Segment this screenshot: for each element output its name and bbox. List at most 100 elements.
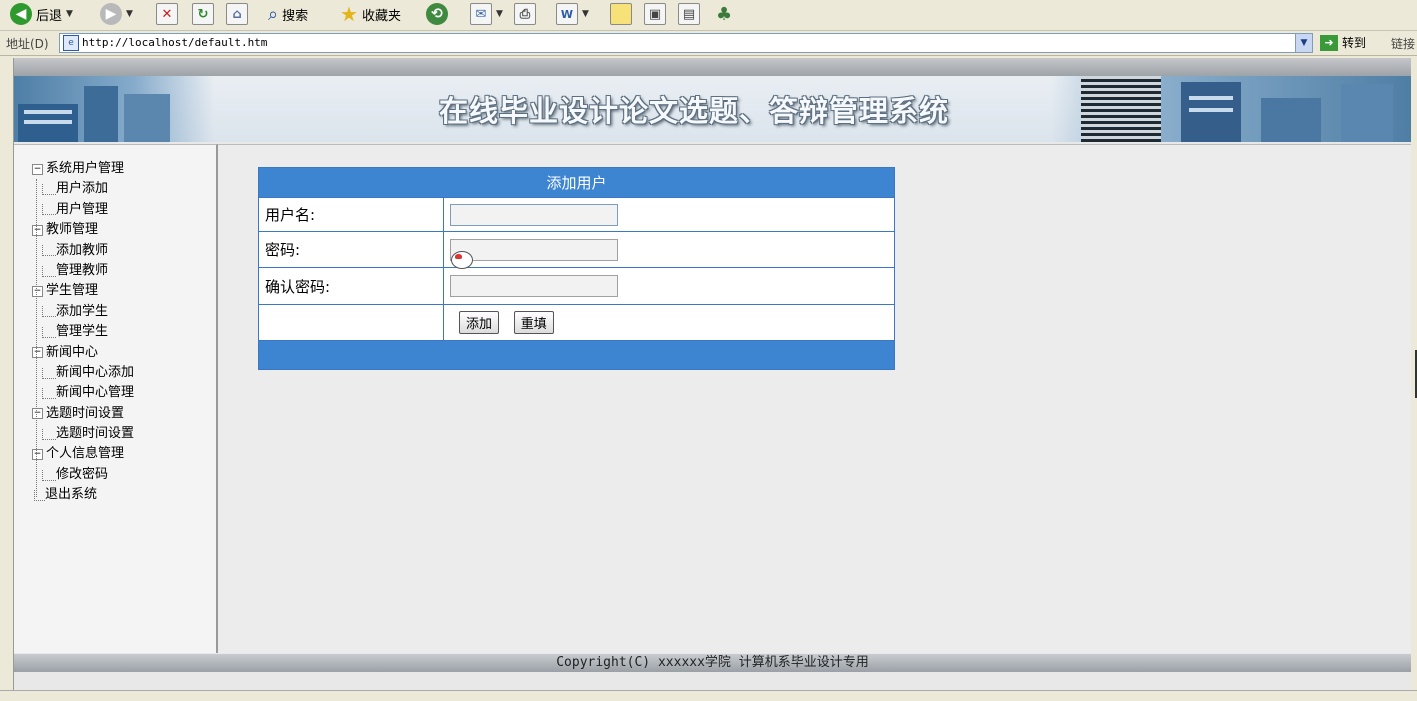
group-label: 选题时间设置	[46, 405, 125, 421]
confirm-password-label: 确认密码:	[258, 267, 444, 305]
tree-group-teachers[interactable]: − 教师管理	[32, 220, 134, 240]
item-label: 新闻中心添加	[56, 364, 135, 380]
tree-item-exit[interactable]: 退出系统	[32, 485, 134, 505]
mail-icon: ✉	[470, 3, 492, 25]
tree-connector	[42, 387, 56, 399]
go-button[interactable]: ➜ 转到	[1320, 34, 1366, 51]
tree-item-add-user[interactable]: 用户添加	[32, 179, 134, 199]
print-button[interactable]: ⎙	[514, 2, 536, 26]
search-label: 搜索	[282, 8, 309, 24]
favorites-button[interactable]: ★ 收藏夹	[340, 2, 401, 26]
top-strip	[14, 58, 1411, 77]
tree-connector	[42, 204, 56, 216]
tree-item-manage-students[interactable]: 管理学生	[32, 322, 134, 342]
tree-connector	[42, 245, 56, 257]
tree-item-manage-news[interactable]: 新闻中心管理	[32, 383, 134, 403]
messenger-button[interactable]: ♣	[716, 2, 732, 26]
back-arrow-icon: ◀	[10, 3, 32, 25]
exit-label: 退出系统	[45, 487, 98, 503]
tree-group-topic-time[interactable]: − 选题时间设置	[32, 404, 134, 424]
home-button[interactable]: ⌂	[226, 2, 248, 26]
word-icon: W	[556, 3, 578, 25]
item-label: 用户添加	[56, 181, 109, 197]
edit-dropdown-icon[interactable]: ▼	[582, 9, 589, 19]
browser-toolbar: ◀ 后退 ▼ ▶ ▼ ✕ ↻ ⌂ ⌕ 搜索 ★ 收藏夹 ⟲ ✉ ▼ ⎙ W ▼ …	[0, 0, 1417, 31]
sidebar: − 系统用户管理 用户添加 用户管理 − 教师管理 添加教师 管理教师 − 学生…	[14, 144, 218, 653]
add-button[interactable]: 添加	[459, 311, 500, 334]
edit-button[interactable]: W ▼	[556, 2, 589, 26]
address-url: http://localhost/default.htm	[82, 36, 268, 49]
address-input[interactable]: e http://localhost/default.htm ▼	[59, 33, 1313, 53]
note-button[interactable]	[610, 2, 632, 26]
forward-arrow-icon: ▶	[100, 3, 122, 25]
tree-item-topic-time[interactable]: 选题时间设置	[32, 424, 134, 444]
main-content: 添加用户 用户名: 密码: 确认密码: 添加 重填	[218, 144, 1411, 653]
group-label: 学生管理	[46, 283, 99, 299]
item-label: 用户管理	[56, 201, 109, 217]
tree-item-manage-users[interactable]: 用户管理	[32, 200, 134, 220]
stop-button[interactable]: ✕	[156, 2, 178, 26]
collapse-icon[interactable]: −	[32, 163, 43, 175]
item-label: 修改密码	[56, 466, 109, 482]
history-icon: ⟲	[426, 3, 448, 25]
back-dropdown-icon[interactable]: ▼	[66, 9, 73, 19]
status-bar	[0, 690, 1417, 701]
star-icon: ★	[340, 2, 358, 26]
tree-connector	[42, 469, 56, 481]
forward-dropdown-icon[interactable]: ▼	[126, 9, 133, 19]
building-window	[24, 120, 72, 124]
tool-button-2[interactable]: ▤	[678, 2, 700, 26]
tree-group-system-users[interactable]: − 系统用户管理	[32, 159, 134, 179]
go-arrow-icon: ➜	[1320, 34, 1338, 51]
item-label: 新闻中心管理	[56, 385, 135, 401]
password-label: 密码:	[258, 231, 444, 268]
tower-shape	[1081, 76, 1161, 142]
city-left-image	[14, 76, 214, 142]
favorites-label: 收藏夹	[361, 8, 401, 24]
reset-button[interactable]: 重填	[513, 311, 554, 334]
refresh-button[interactable]: ↻	[192, 2, 214, 26]
tree-group-students[interactable]: − 学生管理	[32, 281, 134, 301]
password-cell	[443, 231, 895, 268]
item-label: 添加教师	[56, 242, 109, 258]
address-label: 地址(D)	[6, 37, 49, 51]
banner-title: 在线毕业设计论文选题、答辩管理系统	[439, 94, 950, 128]
mail-button[interactable]: ✉ ▼	[470, 2, 503, 26]
tree-item-change-password[interactable]: 修改密码	[32, 465, 134, 485]
stop-icon: ✕	[156, 3, 178, 25]
history-button[interactable]: ⟲	[426, 2, 448, 26]
mail-dropdown-icon[interactable]: ▼	[496, 9, 503, 19]
forward-button[interactable]: ▶ ▼	[100, 2, 133, 26]
address-dropdown-icon[interactable]: ▼	[1295, 34, 1312, 52]
tree-line	[36, 179, 38, 497]
tree-group-personal-info[interactable]: − 个人信息管理	[32, 444, 134, 464]
building-shape	[1181, 82, 1241, 142]
back-button[interactable]: ◀ 后退 ▼	[10, 2, 73, 26]
research-icon: ▤	[678, 3, 700, 25]
search-button[interactable]: ⌕ 搜索	[268, 2, 308, 26]
confirm-password-input[interactable]	[450, 275, 618, 297]
building-shape	[1341, 84, 1393, 142]
tool-button-1[interactable]: ▣	[644, 2, 666, 26]
tree-connector	[42, 428, 56, 440]
tree-group-news[interactable]: − 新闻中心	[32, 343, 134, 363]
building-window	[1189, 108, 1233, 112]
button-row-spacer	[258, 304, 444, 341]
building-shape	[84, 86, 118, 142]
tree-item-add-student[interactable]: 添加学生	[32, 302, 134, 322]
city-right-image	[1051, 76, 1411, 142]
tree-item-manage-teachers[interactable]: 管理教师	[32, 261, 134, 281]
home-icon: ⌂	[226, 3, 248, 25]
go-label: 转到	[1342, 36, 1367, 50]
tree-connector	[42, 326, 56, 338]
tree-item-add-news[interactable]: 新闻中心添加	[32, 363, 134, 383]
group-label: 个人信息管理	[46, 446, 125, 462]
building-window	[1189, 96, 1233, 100]
tree-item-add-teacher[interactable]: 添加教师	[32, 241, 134, 261]
tree-connector	[42, 265, 56, 277]
password-input[interactable]	[450, 238, 618, 261]
links-label[interactable]: 链接	[1391, 35, 1415, 52]
username-input[interactable]	[450, 203, 618, 226]
group-label: 新闻中心	[46, 344, 99, 360]
refresh-icon: ↻	[192, 3, 214, 25]
